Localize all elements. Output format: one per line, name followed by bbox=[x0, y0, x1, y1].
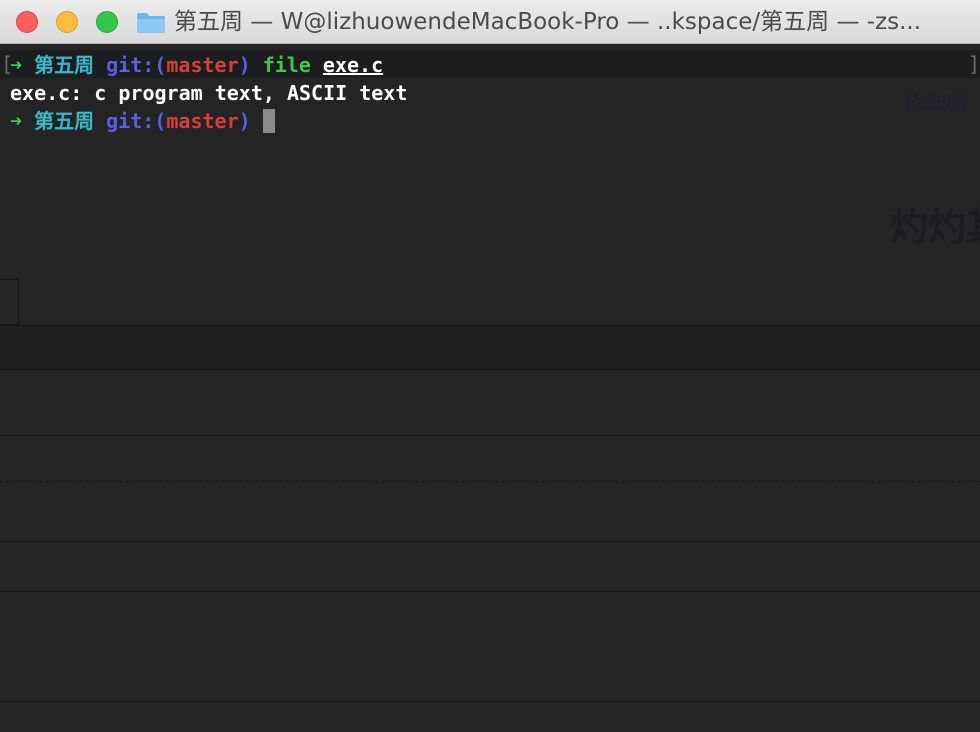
close-window-button[interactable] bbox=[16, 11, 38, 33]
prompt-git-prefix: git:( bbox=[106, 109, 167, 133]
background-divider bbox=[0, 435, 980, 436]
terminal-line-command: ➜ 第五周 git:(master) file exe.c bbox=[10, 51, 383, 79]
background-page-band bbox=[0, 325, 980, 369]
minimize-window-button[interactable] bbox=[56, 11, 78, 33]
terminal-content[interactable]: 修改密 灼灼其 [ ] ➜ 第五周 git:(master) file exe.… bbox=[0, 44, 980, 732]
prompt-git-prefix: git:( bbox=[106, 53, 167, 77]
background-divider bbox=[0, 369, 980, 370]
background-divider bbox=[0, 325, 980, 326]
background-page-heading: 灼灼其 bbox=[890, 205, 980, 249]
background-page-tab bbox=[0, 279, 19, 325]
folder-icon bbox=[137, 13, 165, 33]
background-dashed-divider bbox=[0, 481, 980, 482]
prompt-arrow-icon: ➜ bbox=[10, 53, 23, 77]
background-divider bbox=[0, 701, 980, 702]
terminal-cursor[interactable] bbox=[262, 109, 275, 133]
prompt-git-branch: master bbox=[166, 53, 239, 77]
terminal-window: 第五周 — W@lizhuowendeMacBook-Pro — ..kspac… bbox=[0, 0, 980, 732]
prompt-directory: 第五周 bbox=[34, 109, 95, 133]
prompt-git-suffix: ) bbox=[238, 109, 251, 133]
background-divider bbox=[0, 541, 980, 542]
command-name: file bbox=[262, 53, 311, 77]
command-output: exe.c: c program text, ASCII text bbox=[10, 81, 408, 105]
prompt-git-branch: master bbox=[166, 109, 239, 133]
background-page-text: 修改密 bbox=[905, 91, 968, 115]
mark-bracket-right: ] bbox=[968, 52, 980, 76]
prompt-git-suffix: ) bbox=[238, 53, 251, 77]
prompt-directory: 第五周 bbox=[34, 53, 95, 77]
prompt-arrow-icon: ➜ bbox=[10, 109, 23, 133]
command-argument: exe.c bbox=[322, 53, 384, 77]
title-bar[interactable]: 第五周 — W@lizhuowendeMacBook-Pro — ..kspac… bbox=[0, 0, 980, 44]
terminal-line-prompt[interactable]: ➜ 第五周 git:(master) bbox=[10, 107, 275, 135]
background-divider bbox=[0, 591, 980, 592]
zoom-window-button[interactable] bbox=[96, 11, 118, 33]
window-title: 第五周 — W@lizhuowendeMacBook-Pro — ..kspac… bbox=[174, 9, 922, 35]
terminal-line-output: exe.c: c program text, ASCII text bbox=[10, 79, 407, 107]
